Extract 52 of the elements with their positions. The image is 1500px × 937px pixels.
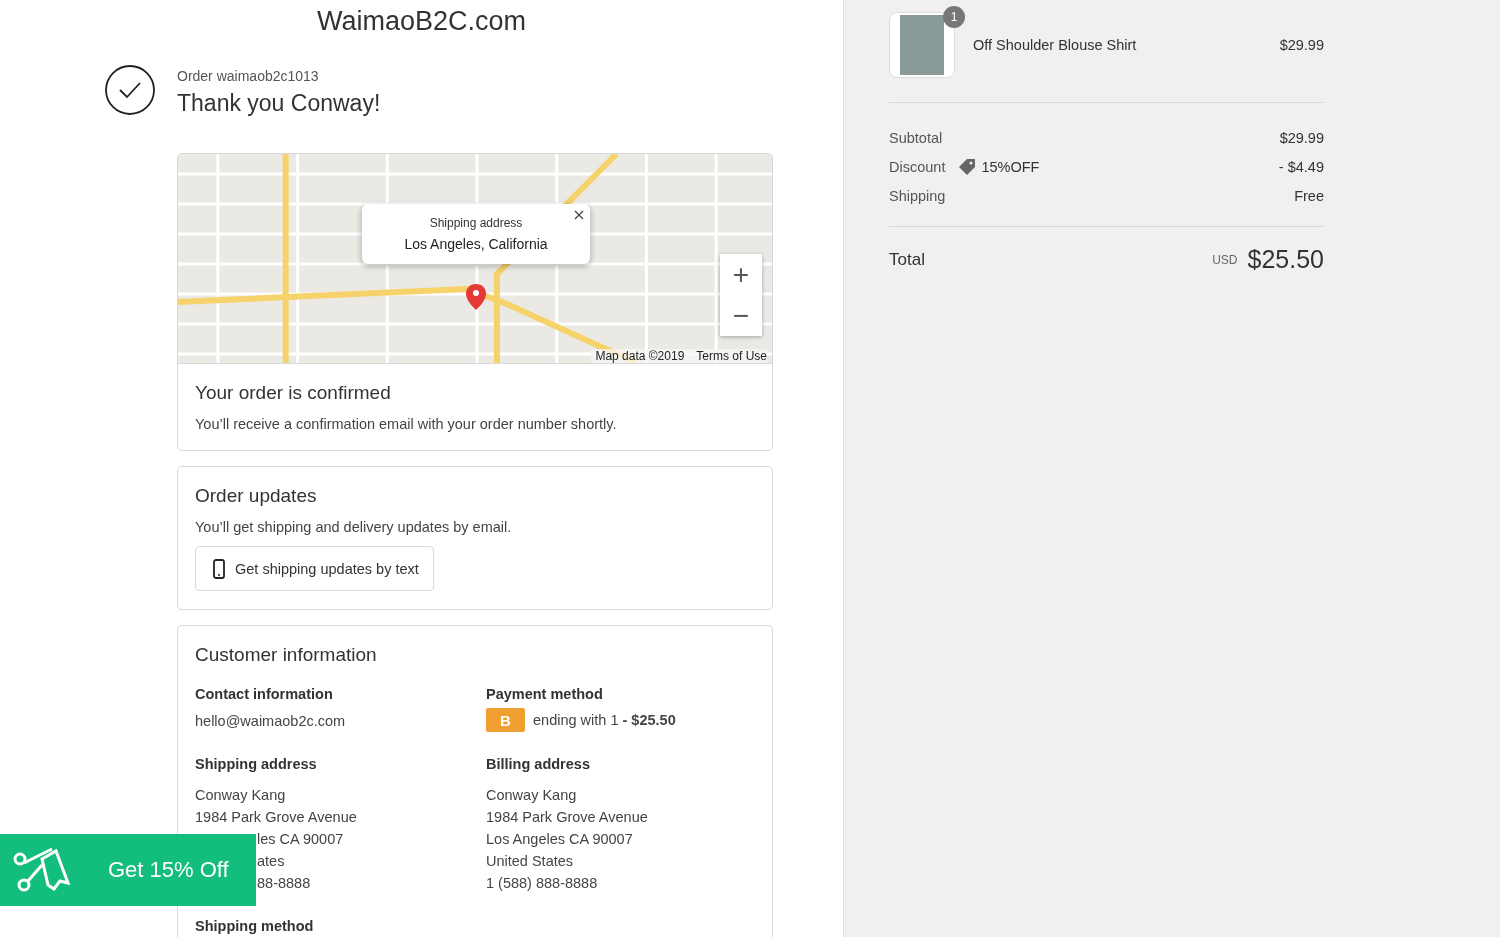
summary-label: Discount — [889, 158, 946, 175]
summary-label: Subtotal — [889, 129, 943, 146]
checkmark-icon — [105, 65, 155, 115]
address-line: Los Angeles CA 90007 — [486, 830, 633, 849]
address-line: 88-8888 — [257, 874, 311, 893]
address-line: United States — [486, 852, 574, 871]
product-price: $29.99 — [1279, 37, 1324, 53]
text-updates-button[interactable]: Get shipping updates by text — [195, 546, 434, 591]
section-label: Shipping method — [195, 918, 315, 934]
payment-badge: B — [486, 708, 525, 732]
address-line: 1 (588) 888-8888 — [486, 874, 598, 893]
address-line: ates — [257, 852, 285, 871]
popup-title: Shipping address — [429, 216, 523, 230]
address-line: les CA 90007 — [257, 830, 344, 849]
total-label: Total — [889, 249, 925, 270]
terms-link[interactable]: Terms of Use — [696, 349, 767, 363]
address-line: Conway Kang — [486, 786, 577, 805]
store-title: WaimaoB2C.com — [316, 6, 527, 37]
payment-text: ending with 1 - $25.50 — [533, 711, 676, 730]
currency-code: USD — [1212, 252, 1238, 267]
order-number: Order waimaob2c1013 — [177, 68, 320, 84]
card-heading: Order updates — [195, 485, 318, 507]
zoom-in-button[interactable]: + — [720, 254, 762, 295]
tag-icon — [957, 156, 978, 177]
card-heading: Customer information — [195, 644, 378, 666]
photo-placeholder — [900, 15, 944, 75]
map-data-credit: Map data ©2019 — [595, 349, 685, 363]
section-label: Billing address — [486, 756, 591, 772]
quantity-badge: 1 — [943, 6, 965, 28]
card-text: You’ll get shipping and delivery updates by email. — [195, 519, 513, 535]
address-line: 1984 Park Grove Avenue — [195, 808, 357, 827]
summary-value: $29.99 — [1279, 129, 1324, 146]
discount-code: 15%OFF — [981, 158, 1040, 175]
total-amount: $25.50 — [1247, 245, 1324, 274]
summary-value: Free — [1294, 187, 1324, 204]
contact-email: hello@waimaob2c.com — [195, 712, 346, 731]
close-icon[interactable] — [574, 210, 584, 220]
address-line: Conway Kang — [195, 786, 286, 805]
popup-location: Los Angeles, California — [404, 236, 548, 252]
zoom-out-button[interactable]: − — [720, 295, 762, 336]
map-pin-icon — [466, 284, 486, 310]
product-name: Off Shoulder Blouse Shirt — [973, 37, 1138, 53]
section-label: Payment method — [486, 686, 604, 702]
card-text: You’ll receive a confirmation email with your order number shortly. — [195, 416, 618, 432]
section-label: Contact information — [195, 686, 334, 702]
summary-label: Shipping — [889, 187, 946, 204]
summary-value: - $4.49 — [1278, 158, 1324, 175]
thank-you-heading: Thank you Conway! — [177, 90, 381, 117]
section-label: Shipping address — [195, 756, 318, 772]
card-heading: Your order is confirmed — [195, 382, 392, 404]
phone-icon — [213, 558, 225, 579]
address-line: 1984 Park Grove Avenue — [486, 808, 648, 827]
